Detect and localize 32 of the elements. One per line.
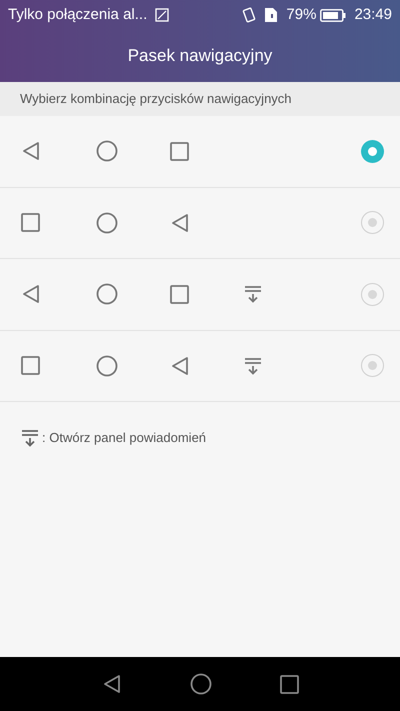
recent-apps-icon xyxy=(21,213,40,232)
back-icon xyxy=(21,141,41,162)
radio-button[interactable] xyxy=(361,354,384,378)
page-title: Pasek nawigacyjny xyxy=(128,45,272,68)
legend-text: : Otwórz panel powiadomień xyxy=(42,429,206,447)
radio-button[interactable] xyxy=(361,282,384,306)
back-icon[interactable] xyxy=(102,674,122,694)
battery-percent: 79% xyxy=(286,4,316,25)
recent-apps-icon xyxy=(21,356,40,376)
home-icon xyxy=(96,354,118,377)
clock: 23:49 xyxy=(354,4,392,25)
home-icon xyxy=(96,283,118,306)
image-icon xyxy=(155,8,170,22)
recent-apps-icon[interactable] xyxy=(280,674,298,694)
vibrate-icon xyxy=(242,7,256,23)
pull-down-icon xyxy=(22,428,38,447)
section-header: Wybierz kombinację przycisków nawigacyjnych xyxy=(0,82,400,116)
back-icon xyxy=(170,212,190,233)
pull-down-icon xyxy=(244,285,260,304)
battery-icon xyxy=(320,8,346,22)
sim-card-icon xyxy=(264,7,278,23)
back-icon xyxy=(21,284,41,304)
home-icon xyxy=(96,140,118,162)
pull-down-icon xyxy=(244,356,260,375)
status-text: Tylko połączenia al... xyxy=(8,4,148,25)
back-icon xyxy=(170,356,190,376)
recent-apps-icon xyxy=(170,142,189,161)
recent-apps-icon xyxy=(170,284,189,304)
home-icon[interactable] xyxy=(190,673,212,695)
radio-button[interactable] xyxy=(361,211,384,234)
radio-button[interactable] xyxy=(361,140,384,163)
home-icon xyxy=(96,212,118,234)
